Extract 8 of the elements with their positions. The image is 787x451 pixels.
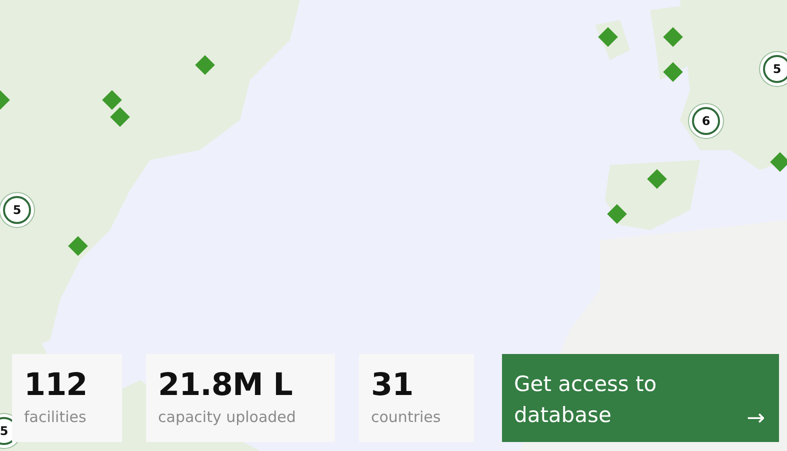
stat-value: 21.8M L xyxy=(158,368,294,402)
arrow-icon: → xyxy=(746,406,765,432)
get-access-button[interactable]: Get access to database → xyxy=(502,354,779,442)
stat-value: 31 xyxy=(371,368,414,402)
stat-label: countries xyxy=(371,408,442,426)
stat-label: capacity uploaded xyxy=(158,408,297,426)
stat-label: facilities xyxy=(24,408,88,426)
stat-value: 112 xyxy=(24,368,88,402)
